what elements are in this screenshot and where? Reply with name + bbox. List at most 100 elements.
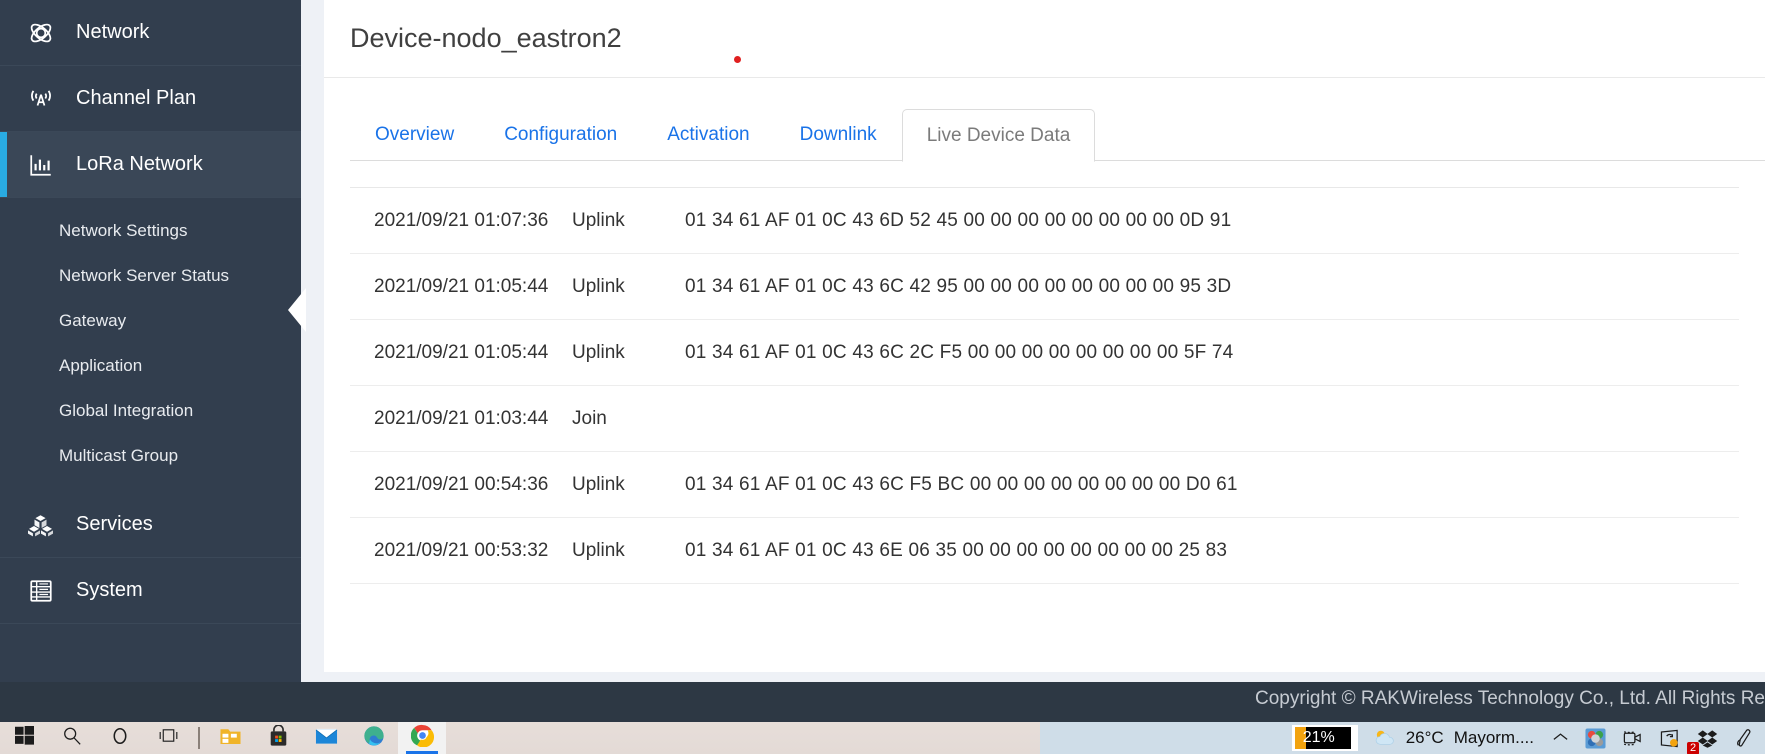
sidebar-item-network-server-status[interactable]: Network Server Status	[0, 253, 301, 298]
table-row[interactable]: 2021/09/21 01:05:44 Uplink 01 34 61 AF 0…	[350, 320, 1739, 386]
sidebar-subitem-label: Gateway	[59, 310, 127, 330]
system-tray: 21% 26°C Mayorm.... 2	[1291, 722, 1761, 754]
search-button[interactable]	[48, 722, 96, 754]
main-content: Device-nodo_eastron2 Overview Configurat…	[301, 0, 1765, 682]
row-payload: 01 34 61 AF 01 0C 43 6E 06 35 00 00 00 0…	[685, 539, 1228, 561]
row-timestamp: 2021/09/21 01:07:36	[374, 209, 549, 231]
cloud-sun-icon	[1372, 728, 1398, 748]
sidebar-item-label: System	[76, 579, 143, 601]
screen: Network Channel Plan LoRa Network Networ…	[0, 0, 1765, 754]
camera-tray-icon[interactable]	[1614, 722, 1651, 754]
teamviewer-tray-icon[interactable]	[1577, 722, 1614, 754]
tab-bar: Overview Configuration Activation Downli…	[350, 108, 1765, 162]
row-timestamp: 2021/09/21 01:05:44	[374, 275, 549, 297]
page-title: Device-nodo_eastron2	[350, 23, 622, 53]
table-row[interactable]: 2021/09/21 01:07:36 Uplink 01 34 61 AF 0…	[350, 188, 1739, 254]
row-timestamp: 2021/09/21 01:03:44	[374, 407, 549, 429]
sidebar-item-services[interactable]: Services	[0, 492, 301, 558]
tab-overview[interactable]: Overview	[350, 108, 479, 161]
row-timestamp: 2021/09/21 00:53:32	[374, 539, 549, 561]
table-row[interactable]: 2021/09/21 00:54:36 Uplink 01 34 61 AF 0…	[350, 452, 1739, 518]
dropbox-badge-count: 2	[1687, 742, 1700, 754]
sidebar-item-label: Channel Plan	[76, 87, 197, 109]
cortana-circle-icon	[110, 726, 130, 751]
antenna-icon	[24, 84, 58, 114]
bar-chart-icon	[24, 150, 58, 180]
row-payload: 01 34 61 AF 01 0C 43 6D 52 45 00 00 00 0…	[685, 209, 1232, 231]
start-button[interactable]	[0, 722, 48, 754]
row-type: Uplink	[572, 539, 625, 561]
show-hidden-icons-button[interactable]	[1544, 722, 1577, 754]
store-bag-icon	[268, 723, 289, 752]
list-panel-icon	[24, 576, 58, 606]
table-row[interactable]: 2021/09/21 01:03:44 Join	[350, 386, 1739, 452]
card-header: Device-nodo_eastron2	[324, 0, 1765, 78]
row-type: Join	[572, 407, 607, 429]
sidebar-item-system[interactable]: System	[0, 558, 301, 624]
sidebar-item-channel-plan[interactable]: Channel Plan	[0, 66, 301, 132]
tab-label: Configuration	[504, 124, 618, 145]
row-type: Uplink	[572, 341, 625, 363]
screen-share-tray-icon[interactable]	[1651, 722, 1689, 754]
row-timestamp: 2021/09/21 00:54:36	[374, 473, 549, 495]
task-view-button[interactable]	[144, 722, 192, 754]
windows-taskbar: 21% 26°C Mayorm.... 2	[0, 722, 1765, 754]
row-type: Uplink	[572, 275, 625, 297]
dropbox-tray-icon[interactable]: 2	[1687, 722, 1726, 754]
sidebar-item-network[interactable]: Network	[0, 0, 301, 66]
task-view-icon	[158, 726, 179, 750]
chrome-icon	[410, 724, 434, 752]
sidebar-item-network-settings[interactable]: Network Settings	[0, 208, 301, 253]
live-device-data-table: 2021/09/21 01:07:36 Uplink 01 34 61 AF 0…	[350, 187, 1739, 584]
google-chrome-button[interactable]	[398, 722, 446, 754]
mail-button[interactable]	[302, 722, 350, 754]
sidebar-item-label: Network	[76, 21, 150, 43]
edge-icon	[363, 725, 385, 752]
mail-envelope-icon	[315, 726, 338, 751]
microsoft-edge-button[interactable]	[350, 722, 398, 754]
sidebar-item-label: Services	[76, 513, 153, 535]
row-payload: 01 34 61 AF 01 0C 43 6C F5 BC 00 00 00 0…	[685, 473, 1238, 495]
weather-location-label: Mayorm....	[1453, 728, 1534, 747]
row-type: Uplink	[572, 473, 625, 495]
sidebar-subitem-label: Application	[59, 355, 143, 375]
sidebar-item-global-integration[interactable]: Global Integration	[0, 388, 301, 433]
sidebar-subitem-label: Multicast Group	[59, 445, 179, 465]
battery-tip	[1350, 733, 1355, 743]
sidebar-item-gateway[interactable]: Gateway	[0, 298, 301, 343]
tab-configuration[interactable]: Configuration	[479, 108, 642, 161]
sidebar: Network Channel Plan LoRa Network Networ…	[0, 0, 301, 682]
tab-label: Overview	[375, 124, 455, 145]
search-icon	[62, 726, 82, 751]
battery-status[interactable]: 21%	[1291, 725, 1358, 751]
copyright-text: Copyright © RAKWireless Technology Co., …	[1255, 688, 1765, 709]
temperature-label: 26°C	[1405, 728, 1444, 747]
chevron-up-icon	[1552, 730, 1569, 747]
device-card: Device-nodo_eastron2 Overview Configurat…	[324, 0, 1765, 672]
sidebar-subitem-label: Global Integration	[59, 400, 194, 420]
tab-downlink[interactable]: Downlink	[775, 108, 902, 161]
pen-tray-icon[interactable]	[1726, 722, 1761, 754]
tab-label: Live Device Data	[926, 124, 1071, 146]
file-explorer-button[interactable]	[206, 722, 254, 754]
taskbar-divider	[198, 727, 200, 749]
cortana-button[interactable]	[96, 722, 144, 754]
sidebar-item-label: LoRa Network	[76, 153, 203, 175]
sidebar-submenu-lora-network: Network Settings Network Server Status G…	[0, 198, 301, 492]
microsoft-store-button[interactable]	[254, 722, 302, 754]
battery-percent: 21%	[1302, 729, 1335, 746]
sidebar-collapse-arrow[interactable]	[288, 288, 306, 332]
tab-activation[interactable]: Activation	[642, 108, 774, 161]
sidebar-item-multicast-group[interactable]: Multicast Group	[0, 433, 301, 478]
folder-icon	[219, 725, 242, 751]
sidebar-item-application[interactable]: Application	[0, 343, 301, 388]
row-type: Uplink	[572, 209, 625, 231]
table-row[interactable]: 2021/09/21 00:53:32 Uplink 01 34 61 AF 0…	[350, 518, 1739, 584]
tab-label: Activation	[667, 124, 750, 145]
cubes-icon	[24, 510, 58, 540]
weather-widget[interactable]: 26°C Mayorm....	[1362, 728, 1544, 748]
tab-live-device-data[interactable]: Live Device Data	[901, 109, 1096, 162]
table-row[interactable]: 2021/09/21 01:05:44 Uplink 01 34 61 AF 0…	[350, 254, 1739, 320]
sidebar-item-lora-network[interactable]: LoRa Network	[0, 132, 301, 198]
battery-icon: 21%	[1294, 727, 1351, 749]
